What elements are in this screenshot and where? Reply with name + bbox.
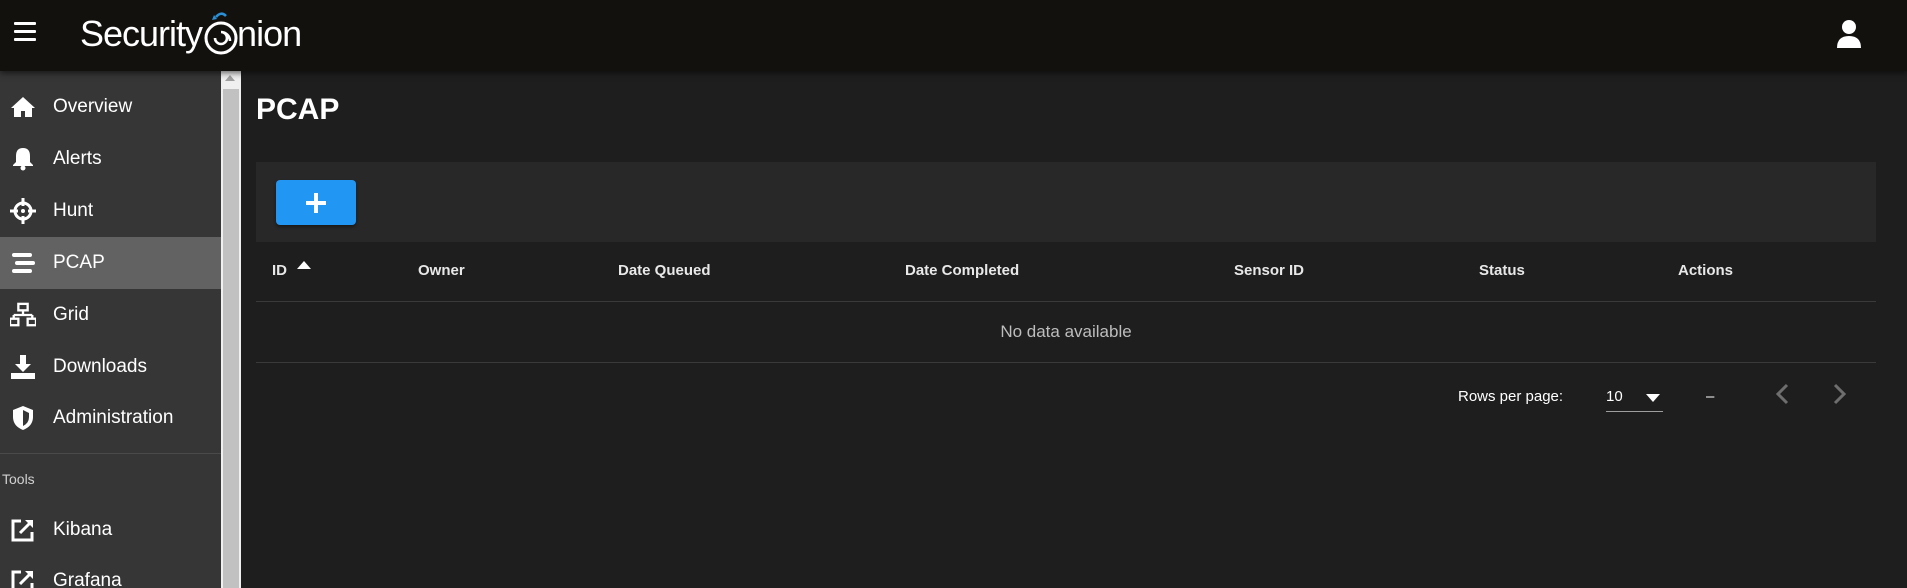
sidebar-item-hunt[interactable]: Hunt — [0, 185, 221, 237]
network-icon — [10, 302, 36, 328]
column-header-actions[interactable]: Actions — [1678, 262, 1733, 279]
sidebar-item-label: Alerts — [53, 148, 102, 169]
column-header-status[interactable]: Status — [1479, 262, 1525, 279]
sidebar-item-pcap[interactable]: PCAP — [0, 237, 221, 289]
sidebar-item-overview[interactable]: Overview — [0, 81, 221, 133]
bell-icon — [10, 146, 36, 172]
brand-text-part2: nion — [237, 13, 302, 54]
plus-icon — [306, 192, 326, 213]
next-page-button[interactable] — [1822, 376, 1858, 412]
stream-icon — [10, 250, 36, 276]
column-header-id[interactable]: ID — [272, 262, 287, 279]
table-pagination: Rows per page: 10 – — [256, 364, 1876, 424]
app-bar: Security nion — [0, 0, 1907, 71]
table-header: ID Owner Date Queued Date Completed Sens… — [256, 242, 1876, 302]
chevron-left-icon — [1775, 383, 1789, 405]
security-onion-logo[interactable]: Security nion — [80, 6, 302, 62]
onion-swirl-icon — [204, 12, 238, 55]
scroll-up-arrow-icon[interactable] — [225, 75, 235, 81]
sidebar-item-label: PCAP — [53, 252, 105, 273]
brand-text-part1: Security — [80, 13, 203, 54]
sidebar-item-label: Overview — [53, 96, 133, 117]
pcap-toolbar — [256, 162, 1876, 242]
no-data-text: No data available — [1000, 322, 1132, 341]
scrollbar-thumb[interactable] — [223, 89, 239, 588]
sidebar-item-grafana[interactable]: Grafana — [0, 555, 221, 588]
external-link-icon — [10, 568, 36, 588]
add-pcap-job-button[interactable] — [276, 180, 356, 225]
sidebar-item-kibana[interactable]: Kibana — [0, 504, 221, 556]
column-header-owner[interactable]: Owner — [418, 262, 465, 279]
column-header-sensor-id[interactable]: Sensor ID — [1234, 262, 1304, 279]
sidebar-item-grid[interactable]: Grid — [0, 289, 221, 341]
sidebar-item-downloads[interactable]: Downloads — [0, 341, 221, 393]
user-account-icon[interactable] — [1831, 16, 1867, 52]
external-link-icon — [10, 517, 36, 543]
home-icon — [10, 94, 36, 120]
sidebar-item-label: Grafana — [53, 570, 122, 588]
column-header-date-completed[interactable]: Date Completed — [905, 262, 1019, 279]
rows-per-page-select[interactable]: 10 — [1606, 376, 1663, 412]
column-header-date-queued[interactable]: Date Queued — [618, 262, 711, 279]
rows-per-page-value: 10 — [1606, 388, 1623, 405]
pagination-range-text: – — [1706, 388, 1715, 405]
previous-page-button[interactable] — [1764, 376, 1800, 412]
download-icon — [10, 354, 36, 380]
page-title: PCAP — [256, 93, 340, 126]
chevron-right-icon — [1833, 383, 1847, 405]
sidebar-item-label: Administration — [53, 407, 174, 428]
main-content: PCAP ID Owner Date Queued Date Completed… — [241, 71, 1907, 588]
sidebar-item-administration[interactable]: Administration — [0, 392, 221, 444]
sort-ascending-icon[interactable] — [297, 261, 311, 269]
tools-header: Tools — [2, 471, 35, 487]
dropdown-caret-icon — [1646, 394, 1660, 402]
sidebar-item-label: Hunt — [53, 200, 94, 221]
shield-icon — [10, 405, 36, 431]
table-empty-row: No data available — [256, 302, 1876, 363]
sidebar-item-label: Downloads — [53, 356, 147, 377]
sidebar-item-alerts[interactable]: Alerts — [0, 133, 221, 185]
sidebar-item-label: Kibana — [53, 519, 113, 540]
navigation-drawer: Overview Alerts Hunt PCAP Grid Downloads — [0, 71, 221, 588]
pcap-jobs-table: ID Owner Date Queued Date Completed Sens… — [256, 242, 1876, 363]
sidebar-divider — [0, 453, 221, 454]
rows-per-page-label: Rows per page: — [1458, 388, 1564, 405]
sidebar-scrollbar[interactable] — [221, 71, 241, 588]
sidebar-item-label: Grid — [53, 304, 89, 325]
hamburger-menu-icon[interactable] — [14, 22, 38, 44]
crosshairs-icon — [10, 198, 36, 224]
